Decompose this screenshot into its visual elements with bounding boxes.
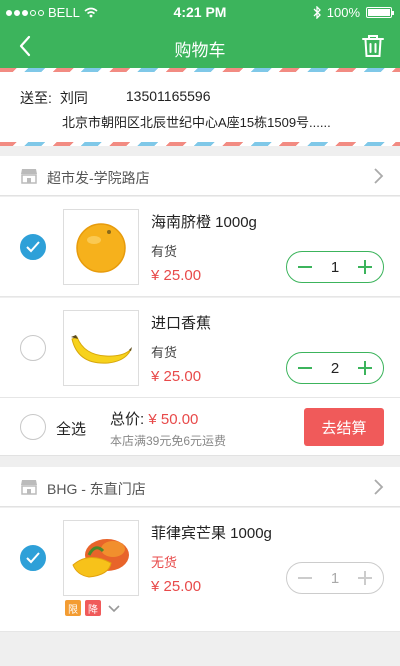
product-name: 进口香蕉 — [151, 315, 212, 332]
cart-item: 海南脐橙 1000g 有货 ¥ 25.00 1 — [0, 197, 400, 297]
stock-status: 无货 — [151, 555, 178, 570]
recipient-phone: 13501165596 — [125, 88, 211, 104]
promo-tags: 限 降 — [65, 600, 121, 616]
store-summary: 全选 总价: ¥ 50.00 本店满39元免6元运费 去结算 — [0, 398, 400, 456]
page-title: 购物车 — [174, 41, 226, 60]
select-all-checkbox[interactable] — [20, 414, 46, 440]
quantity-stepper: 1 — [286, 562, 384, 594]
quantity-value[interactable]: 2 — [331, 360, 339, 377]
store-icon — [21, 169, 37, 184]
quantity-stepper: 2 — [286, 352, 384, 384]
stock-status: 有货 — [151, 244, 178, 259]
store-header[interactable]: BHG - 东直门店 — [0, 467, 400, 507]
total-amount: ¥ 50.00 — [148, 411, 199, 428]
battery-label: 100% — [326, 5, 360, 20]
plus-button[interactable] — [355, 257, 375, 277]
orange-icon — [76, 223, 126, 273]
chevron-down-icon[interactable] — [107, 601, 121, 615]
bottom-spacer — [0, 632, 400, 666]
plus-button[interactable] — [355, 358, 375, 378]
total-label: 总价: — [110, 411, 145, 428]
chevron-right-icon[interactable] — [372, 167, 384, 185]
plus-button[interactable] — [355, 568, 375, 588]
store-icon — [21, 480, 37, 495]
store-header[interactable]: 超市发-学院路店 — [0, 156, 400, 196]
product-image[interactable] — [63, 520, 139, 596]
minus-button[interactable] — [295, 358, 315, 378]
limit-tag: 限 — [65, 600, 81, 616]
status-bar: BELL 4:21 PM 100% — [0, 0, 400, 24]
cart-item: 进口香蕉 有货 ¥ 25.00 2 — [0, 298, 400, 398]
product-name: 菲律宾芒果 1000g — [151, 525, 272, 542]
quantity-stepper: 1 — [286, 251, 384, 283]
trash-icon[interactable] — [360, 33, 386, 59]
battery-icon — [366, 7, 394, 18]
product-price: ¥ 25.00 — [151, 578, 202, 595]
stock-status: 有货 — [151, 345, 178, 360]
banana-icon — [71, 335, 132, 364]
product-price: ¥ 25.00 — [151, 368, 202, 385]
deliver-to-label: 送至: — [20, 90, 52, 106]
quantity-value[interactable]: 1 — [331, 570, 339, 587]
product-price: ¥ 25.00 — [151, 267, 202, 284]
envelope-stripe-top — [0, 68, 400, 72]
product-image[interactable] — [63, 209, 139, 285]
checkmark-icon — [26, 552, 40, 564]
store-name: 超市发-学院路店 — [47, 170, 150, 186]
checkmark-icon — [26, 241, 40, 253]
store-name: BHG - 东直门店 — [47, 481, 146, 497]
minus-button[interactable] — [295, 568, 315, 588]
item-checkbox[interactable] — [20, 335, 46, 361]
select-all-label[interactable]: 全选 — [56, 418, 86, 439]
product-name: 海南脐橙 1000g — [151, 214, 257, 231]
product-image[interactable] — [63, 310, 139, 386]
delivery-address[interactable]: 送至: 刘同 13501165596 北京市朝阳区北辰世纪中心A座15栋1509… — [0, 68, 400, 146]
item-checkbox[interactable] — [20, 234, 46, 260]
envelope-stripe-bottom — [0, 142, 400, 146]
mango-icon — [72, 539, 129, 578]
checkout-button[interactable]: 去结算 — [304, 408, 384, 446]
cart-item: 菲律宾芒果 1000g 无货 ¥ 25.00 1 限 降 — [0, 508, 400, 632]
minus-button[interactable] — [295, 257, 315, 277]
shipping-note: 本店满39元免6元运费 — [110, 434, 227, 448]
nav-bar: 购物车 — [0, 24, 400, 68]
address-detail: 北京市朝阳区北辰世纪中心A座15栋1509号...... — [62, 115, 331, 130]
quantity-value[interactable]: 1 — [331, 259, 339, 276]
bluetooth-icon — [313, 6, 321, 19]
chevron-right-icon[interactable] — [372, 478, 384, 496]
item-checkbox[interactable] — [20, 545, 46, 571]
recipient-name: 刘同 — [59, 90, 88, 106]
discount-tag: 降 — [85, 600, 101, 616]
